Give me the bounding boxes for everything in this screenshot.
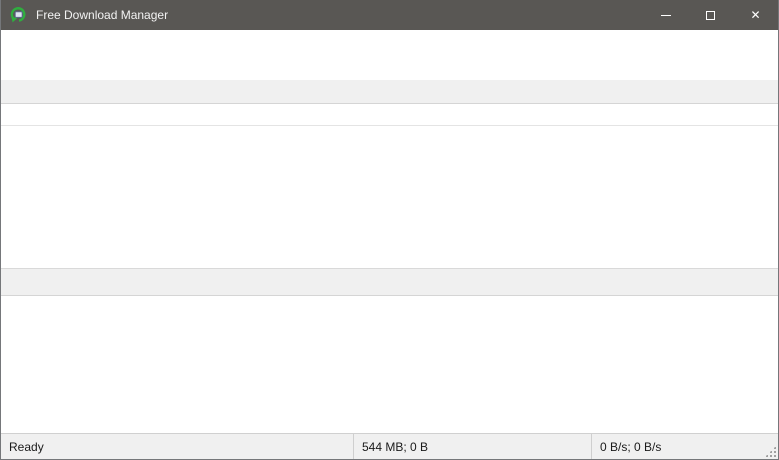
window-title: Free Download Manager <box>36 8 169 22</box>
main-tab-strip <box>1 80 778 104</box>
minimize-icon <box>660 14 671 16</box>
toolbar <box>1 52 778 78</box>
menu-bar <box>1 30 778 52</box>
bottom-panel <box>1 272 778 433</box>
title-bar: Free Download Manager <box>1 0 778 30</box>
close-button[interactable] <box>733 0 778 30</box>
maximize-icon <box>706 10 715 20</box>
window-controls <box>643 0 778 30</box>
bottom-tab-strip <box>1 272 778 296</box>
status-size-info: 544 MB; 0 B <box>353 434 591 459</box>
close-icon <box>750 8 760 22</box>
log-table-body <box>1 321 778 433</box>
maximize-button[interactable] <box>688 0 733 30</box>
status-bar: Ready 544 MB; 0 B 0 B/s; 0 B/s <box>1 433 778 459</box>
minimize-button[interactable] <box>643 0 688 30</box>
app-window: Free Download Manager Ready 544 MB; 0 B … <box>0 0 779 460</box>
app-logo-icon <box>10 6 26 22</box>
downloads-table <box>1 104 778 269</box>
status-ready: Ready <box>9 439 44 454</box>
downloads-table-header <box>1 104 778 126</box>
log-table-header <box>1 296 778 321</box>
status-speed-info: 0 B/s; 0 B/s <box>591 434 778 459</box>
